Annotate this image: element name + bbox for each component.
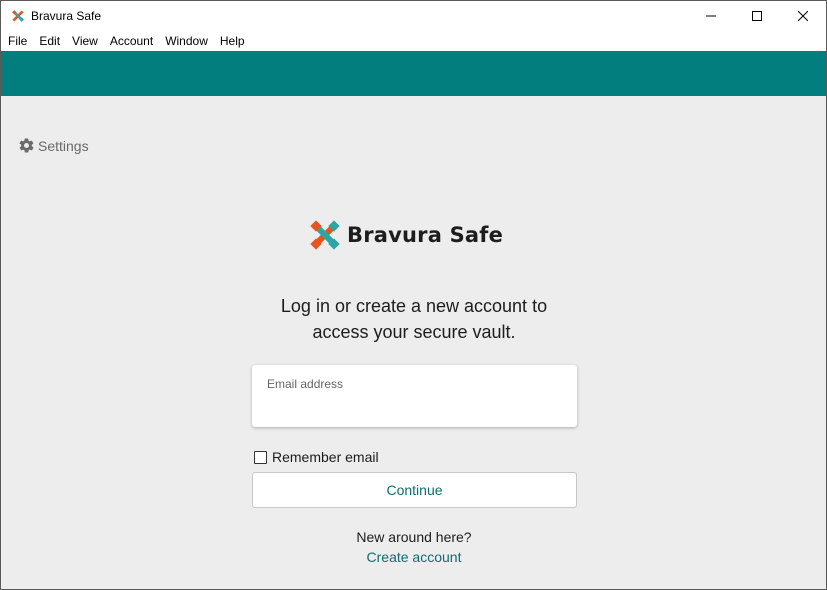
maximize-button[interactable] — [734, 1, 780, 31]
menu-view[interactable]: View — [66, 31, 104, 51]
menu-bar: File Edit View Account Window Help — [1, 31, 826, 51]
title-bar[interactable]: Bravura Safe — [1, 1, 826, 31]
settings-label: Settings — [38, 137, 89, 154]
menu-file[interactable]: File — [2, 31, 33, 51]
window-title: Bravura Safe — [31, 9, 102, 23]
menu-help[interactable]: Help — [214, 31, 251, 51]
email-field[interactable] — [266, 395, 562, 419]
logo-text: Bravura Safe — [347, 223, 504, 247]
remember-email-checkbox[interactable] — [254, 450, 267, 464]
menu-edit[interactable]: Edit — [33, 31, 66, 51]
tagline-line-1: Log in or create a new account to — [280, 296, 548, 316]
create-account-link[interactable]: Create account — [214, 549, 614, 565]
email-label: Email address — [267, 377, 344, 391]
tagline-line-2: access your secure vault. — [312, 322, 516, 342]
settings-link[interactable]: Settings — [18, 137, 89, 154]
close-icon — [798, 11, 808, 21]
login-tagline: Log in or create a new account to access… — [214, 293, 614, 345]
gear-icon — [19, 138, 34, 153]
continue-button[interactable]: Continue — [252, 472, 577, 508]
window-controls — [688, 1, 826, 31]
bravura-logo-icon — [12, 10, 24, 22]
new-around-text: New around here? — [356, 529, 472, 545]
minimize-button[interactable] — [688, 1, 734, 31]
remember-email[interactable]: Remember email — [254, 449, 379, 465]
email-field-container[interactable]: Email address — [252, 365, 577, 427]
remember-email-label: Remember email — [272, 449, 379, 465]
close-button[interactable] — [780, 1, 826, 31]
header-band — [1, 51, 826, 96]
app-window: Bravura Safe File Edit View Account Wind… — [0, 0, 827, 590]
bravura-logo-icon — [310, 220, 340, 250]
minimize-icon — [706, 15, 716, 17]
menu-account[interactable]: Account — [104, 31, 159, 51]
brand-logo: Bravura Safe — [309, 219, 503, 251]
maximize-icon — [752, 11, 762, 21]
menu-window[interactable]: Window — [159, 31, 214, 51]
